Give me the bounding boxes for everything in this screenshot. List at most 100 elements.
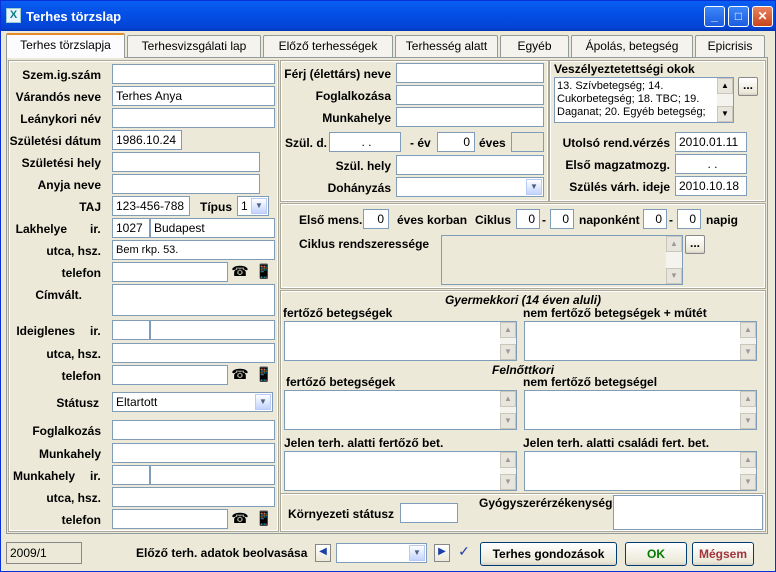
mobile-phone-icon[interactable]: 📱 (253, 509, 275, 529)
napig-to-input[interactable]: 0 (677, 209, 701, 229)
ideig-utca-input[interactable] (112, 343, 275, 363)
szem-ig-szam-input[interactable] (112, 64, 275, 84)
statusz-select[interactable]: Eltartott ▼ (112, 392, 273, 412)
veszely-more-button[interactable]: ... (738, 77, 758, 96)
ciklus-rendszeresseg-input[interactable]: ▲ ▼ (441, 235, 683, 285)
scroll-down-icon[interactable]: ▼ (740, 344, 756, 360)
scrollbar[interactable]: ▲ ▼ (740, 322, 756, 360)
terhes-gondozasok-button[interactable]: Terhes gondozások (480, 542, 617, 566)
munka-utca-input[interactable] (112, 487, 275, 507)
munkahely-ir-input[interactable] (112, 465, 150, 485)
scroll-down-icon[interactable]: ▼ (500, 474, 516, 490)
scrollbar[interactable]: ▲ ▼ (740, 452, 756, 490)
varandos-neve-input[interactable]: Terhes Anya (112, 86, 275, 106)
mobile-phone-icon[interactable]: 📱 (253, 262, 275, 282)
minimize-button[interactable]: _ (704, 6, 725, 27)
scroll-up-icon[interactable]: ▲ (740, 452, 756, 468)
close-button[interactable]: ✕ (752, 6, 773, 27)
ciklus-from-input[interactable]: 0 (516, 209, 540, 229)
veszely-list[interactable]: 13. Szívbetegség; 14. Cukorbetegség; 18.… (554, 77, 734, 123)
szules-varh-input[interactable]: 2010.10.18 (675, 176, 747, 196)
f-fertozo-input[interactable]: ▲ ▼ (284, 390, 517, 430)
scroll-up-icon[interactable]: ▲ (500, 391, 516, 407)
munkahelye-input[interactable] (396, 107, 544, 127)
maximize-button[interactable]: □ (728, 6, 749, 27)
chevron-down-icon[interactable]: ▼ (255, 394, 271, 410)
telefon-input[interactable] (112, 262, 228, 282)
foglalkozas-input[interactable] (112, 420, 275, 440)
prev-arrow-icon[interactable]: ◀ (315, 544, 331, 562)
scroll-up-icon[interactable]: ▲ (717, 78, 733, 94)
rendszeresseg-scrollbar[interactable]: ▲ ▼ (666, 236, 682, 284)
scroll-up-icon[interactable]: ▲ (740, 322, 756, 338)
phone-icon[interactable]: ☎ (229, 365, 251, 385)
ev-input[interactable]: 0 (437, 132, 475, 152)
napig-from-input[interactable]: 0 (643, 209, 667, 229)
chevron-down-icon[interactable]: ▼ (409, 545, 425, 561)
cimvalt-input[interactable] (112, 284, 275, 316)
munka-telefon-input[interactable] (112, 509, 228, 529)
ideiglenes-city-input[interactable] (150, 320, 275, 340)
foglalkozasa-input[interactable] (396, 85, 544, 105)
szul-d-input[interactable]: . . (329, 132, 401, 152)
elozo-terh-select[interactable]: ▼ (336, 543, 427, 563)
tab-terhesseg-alatt[interactable]: Terhesség alatt (395, 35, 498, 57)
elso-mens-input[interactable]: 0 (363, 209, 389, 229)
scroll-up-icon[interactable]: ▲ (666, 236, 682, 252)
jelen-fertozo-input[interactable]: ▲ ▼ (284, 451, 517, 491)
scrollbar[interactable]: ▲ ▼ (500, 391, 516, 429)
tab-terhes-torzslapja[interactable]: Terhes törzslapja (6, 33, 125, 58)
scroll-up-icon[interactable]: ▲ (500, 452, 516, 468)
tab-elozo-terhessegek[interactable]: Előző terhességek (263, 35, 393, 57)
scrollbar[interactable]: ▲ ▼ (500, 322, 516, 360)
gy-fertozo-input[interactable]: ▲ ▼ (284, 321, 517, 361)
lakhelye-ir-input[interactable]: 1027 (112, 218, 150, 238)
scroll-down-icon[interactable]: ▼ (666, 268, 682, 284)
phone-icon[interactable]: ☎ (229, 262, 251, 282)
elso-magzat-input[interactable]: . . (675, 154, 747, 174)
szuletesi-hely-input[interactable] (112, 152, 260, 172)
scroll-down-icon[interactable]: ▼ (740, 413, 756, 429)
scrollbar[interactable]: ▲ ▼ (740, 391, 756, 429)
scroll-down-icon[interactable]: ▼ (500, 413, 516, 429)
tab-terhesvizsgalati-lap[interactable]: Terhesvizsgálati lap (127, 35, 261, 57)
scroll-down-icon[interactable]: ▼ (500, 344, 516, 360)
ideig-telefon-input[interactable] (112, 365, 228, 385)
rendszeresseg-more-button[interactable]: ... (685, 235, 705, 254)
taj-input[interactable]: 123-456-788 (112, 196, 190, 216)
tab-epicrisis[interactable]: Epicrisis (695, 35, 765, 57)
jelen-csaladi-input[interactable]: ▲ ▼ (524, 451, 757, 491)
ok-button[interactable]: OK (625, 542, 687, 566)
tipus-select[interactable]: 1 ▼ (237, 196, 269, 216)
anyja-neve-input[interactable] (112, 174, 260, 194)
gyogyszer-input[interactable] (613, 495, 763, 530)
scrollbar[interactable]: ▲ ▼ (500, 452, 516, 490)
szuletesi-datum-input[interactable]: 1986.10.24 (112, 130, 182, 150)
utca-hsz-input[interactable]: Bem rkp. 53. (112, 240, 275, 260)
munkahely-city-input[interactable] (150, 465, 275, 485)
leanykori-nev-input[interactable] (112, 108, 275, 128)
dohanyzas-select[interactable]: ▼ (396, 177, 544, 197)
tab-egyeb[interactable]: Egyéb (500, 35, 569, 57)
scroll-up-icon[interactable]: ▲ (740, 391, 756, 407)
gy-nem-fertozo-input[interactable]: ▲ ▼ (524, 321, 757, 361)
ciklus-to-input[interactable]: 0 (550, 209, 574, 229)
chevron-down-icon[interactable]: ▼ (526, 179, 542, 195)
f-nem-fertozo-input[interactable]: ▲ ▼ (524, 390, 757, 430)
next-arrow-icon[interactable]: ▶ (434, 544, 450, 562)
lakhelye-city-input[interactable]: Budapest (150, 218, 275, 238)
megsem-button[interactable]: Mégsem (692, 542, 754, 566)
veszely-scrollbar[interactable]: ▲ ▼ (717, 78, 733, 122)
utolso-rend-input[interactable]: 2010.01.11 (675, 132, 747, 152)
tab-apolas-betegseg[interactable]: Ápolás, betegség (571, 35, 693, 57)
mobile-phone-icon[interactable]: 📱 (253, 365, 275, 385)
munkahely-input[interactable] (112, 443, 275, 463)
kornyezeti-input[interactable] (400, 503, 458, 523)
checkmark-icon[interactable]: ✓ (456, 544, 472, 562)
ferj-neve-input[interactable] (396, 63, 544, 83)
chevron-down-icon[interactable]: ▼ (251, 198, 267, 214)
scroll-down-icon[interactable]: ▼ (717, 106, 733, 122)
szul-hely-input[interactable] (396, 155, 544, 175)
ideiglenes-ir-input[interactable] (112, 320, 150, 340)
scroll-down-icon[interactable]: ▼ (740, 474, 756, 490)
